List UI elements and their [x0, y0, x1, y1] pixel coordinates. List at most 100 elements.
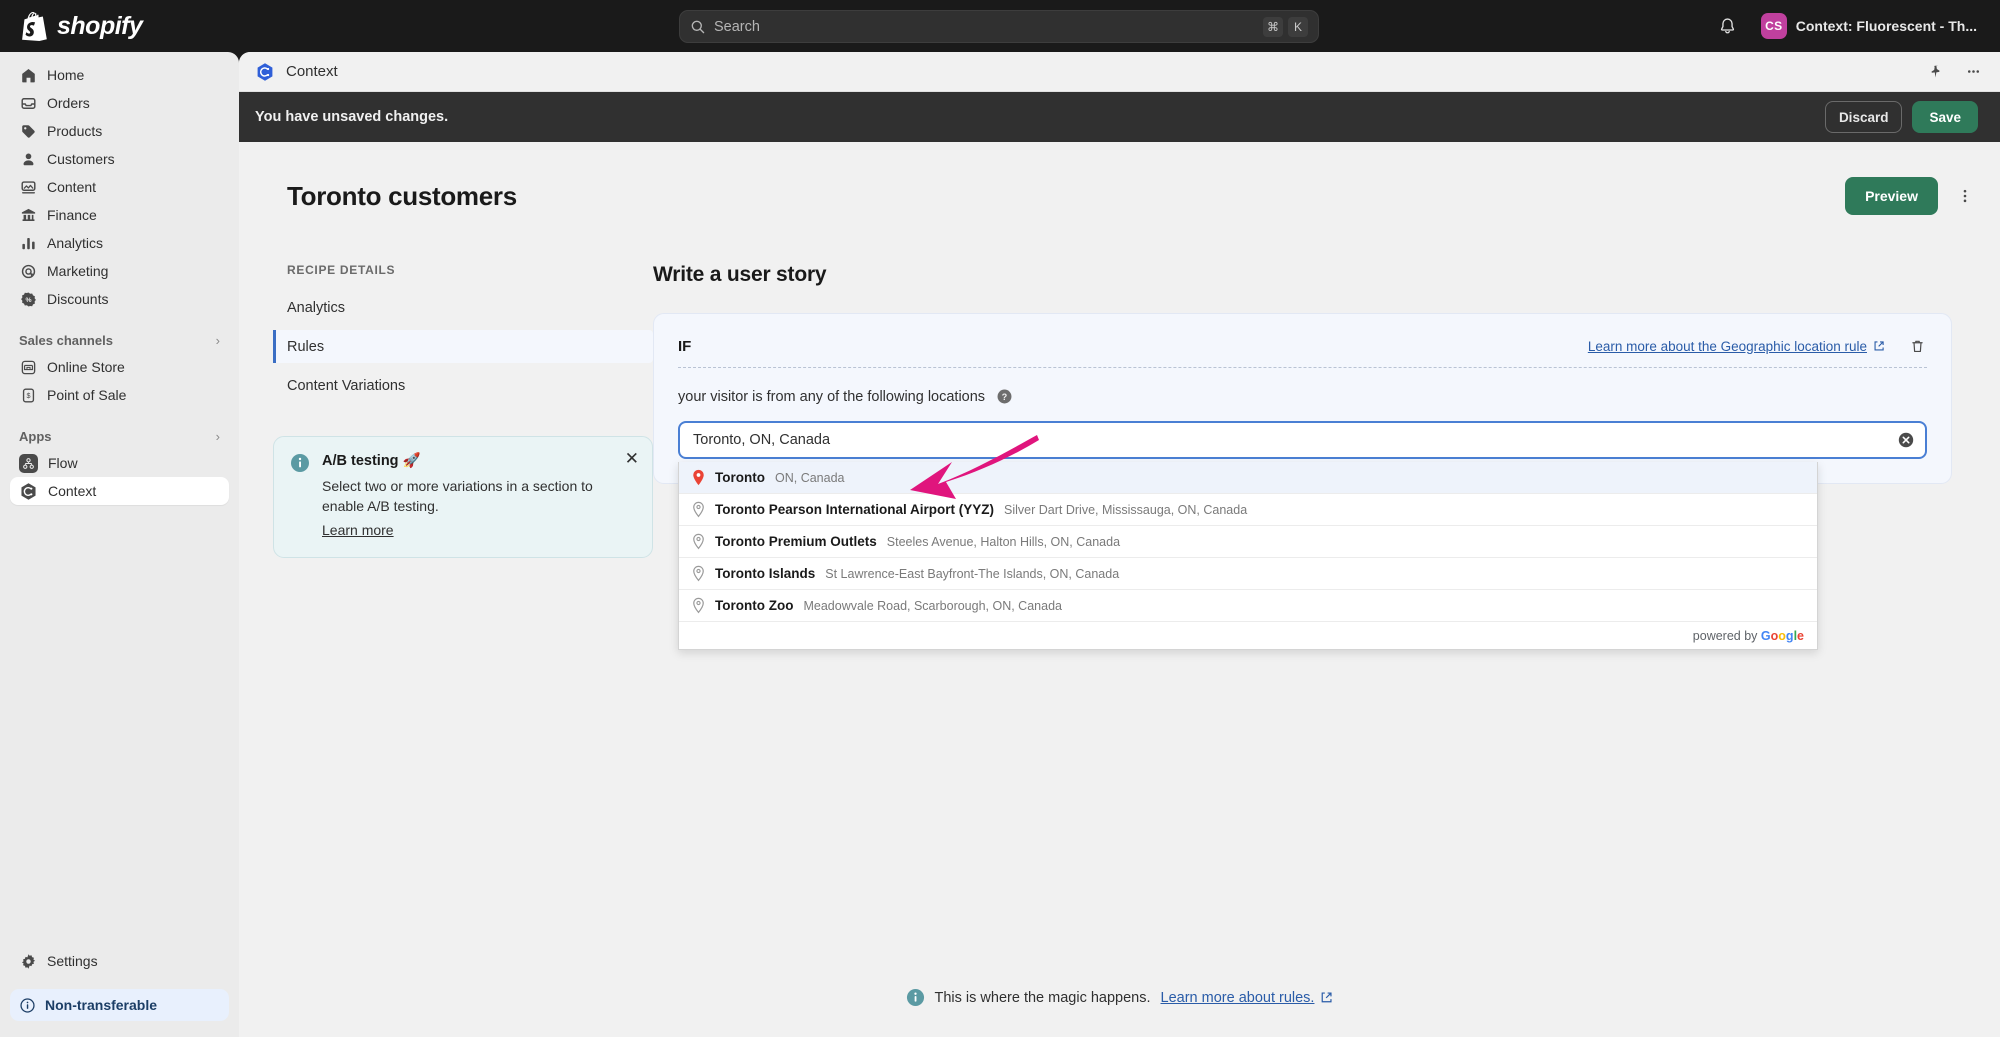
unsaved-message: You have unsaved changes. — [255, 109, 1825, 125]
non-transferable-badge[interactable]: Non-transferable — [10, 989, 229, 1021]
autocomplete-suggestion[interactable]: Toronto ON, Canada — [679, 462, 1817, 494]
sidebar-item-label: Discounts — [47, 291, 108, 307]
account-name: Context: Fluorescent - Th... — [1796, 18, 1977, 34]
sidebar-item-context[interactable]: Context — [10, 477, 229, 505]
ab-testing-learn-more-link[interactable]: Learn more — [322, 522, 394, 538]
sidebar-item-label: Marketing — [47, 263, 108, 279]
geographic-location-rule-card: IF Learn more about the Geographic locat… — [653, 313, 1952, 484]
map-pin-icon — [692, 565, 705, 582]
svg-text:$: $ — [26, 391, 30, 400]
geographic-location-rule-learn-more-link[interactable]: Learn more about the Geographic location… — [1588, 339, 1885, 354]
pin-icon[interactable] — [1924, 61, 1946, 83]
sidebar-item-online-store[interactable]: Online Store — [10, 353, 229, 381]
sidebar-item-label: Online Store — [47, 359, 125, 375]
autocomplete-suggestion[interactable]: Toronto Zoo Meadowvale Road, Scarborough… — [679, 590, 1817, 622]
sidebar-item-point-of-sale[interactable]: $ Point of Sale — [10, 381, 229, 409]
map-pin-icon — [692, 501, 705, 518]
preview-button[interactable]: Preview — [1845, 177, 1938, 215]
link-text: Learn more about the Geographic location… — [1588, 339, 1867, 354]
store-icon — [19, 358, 37, 376]
sidebar-item-label: Point of Sale — [47, 387, 126, 403]
sidebar-item-label: Analytics — [47, 235, 103, 251]
location-search-input[interactable] — [678, 421, 1927, 459]
shopify-wordmark: shopify — [57, 12, 142, 41]
bell-icon — [1718, 17, 1737, 36]
ab-testing-card: A/B testing 🚀 Select two or more variati… — [273, 436, 653, 558]
rule-divider — [678, 367, 1927, 368]
external-link-icon — [1873, 340, 1885, 352]
suggestion-sub: ON, Canada — [775, 471, 844, 485]
user-story-panel: Write a user story IF Learn more about t… — [653, 263, 2000, 558]
sidebar-item-home[interactable]: Home — [10, 61, 229, 89]
info-circle-icon — [906, 988, 925, 1007]
rule-if-label: IF — [678, 338, 1588, 355]
context-icon — [19, 482, 38, 501]
tag-icon — [19, 122, 37, 140]
global-search-bar[interactable]: Search ⌘ K — [679, 10, 1319, 43]
sidebar-section-label: Apps — [19, 429, 52, 444]
flow-icon — [19, 454, 38, 473]
info-circle-icon — [19, 997, 36, 1014]
sidebar-item-customers[interactable]: Customers — [10, 145, 229, 173]
powered-by-google: powered by Google — [679, 622, 1817, 649]
ab-testing-description: Select two or more variations in a secti… — [322, 476, 622, 517]
discard-button[interactable]: Discard — [1825, 101, 1903, 133]
sidebar-item-products[interactable]: Products — [10, 117, 229, 145]
notifications-button[interactable] — [1713, 11, 1743, 41]
sidebar-item-finance[interactable]: Finance — [10, 201, 229, 229]
clear-circle-icon[interactable] — [1897, 431, 1915, 449]
svg-text:?: ? — [1002, 392, 1007, 402]
bar-chart-icon — [19, 234, 37, 252]
orders-icon — [19, 94, 37, 112]
ellipsis-horizontal-icon[interactable] — [1962, 61, 1984, 83]
account-menu-button[interactable]: CS Context: Fluorescent - Th... — [1757, 9, 1986, 43]
recipe-details-heading: RECIPE DETAILS — [273, 263, 653, 277]
sidebar-item-marketing[interactable]: Marketing — [10, 257, 229, 285]
save-button[interactable]: Save — [1912, 101, 1978, 133]
map-pin-icon — [692, 597, 705, 614]
external-link-icon — [1320, 991, 1333, 1004]
delete-rule-button[interactable] — [1907, 336, 1927, 356]
autocomplete-suggestion[interactable]: Toronto Pearson International Airport (Y… — [679, 494, 1817, 526]
sidebar-section-label: Sales channels — [19, 333, 113, 348]
info-circle-icon — [290, 453, 310, 473]
chevron-right-icon: › — [216, 333, 220, 348]
suggestion-main: Toronto Zoo — [715, 598, 793, 613]
sidebar-item-label: Finance — [47, 207, 97, 223]
recipe-tab-rules[interactable]: Rules — [273, 330, 653, 363]
page-more-menu-button[interactable] — [1952, 183, 1978, 209]
location-autocomplete-dropdown: Toronto ON, Canada Toronto Pearson Inter… — [678, 462, 1818, 650]
sidebar-item-discounts[interactable]: % Discounts — [10, 285, 229, 313]
sidebar-item-content[interactable]: Content — [10, 173, 229, 201]
recipe-tab-analytics[interactable]: Analytics — [273, 291, 653, 324]
search-icon — [690, 19, 706, 35]
gear-icon — [19, 952, 37, 970]
app-frame: Context You have unsaved changes. Discar… — [239, 52, 2000, 1037]
suggestion-sub: Meadowvale Road, Scarborough, ON, Canada — [803, 599, 1061, 613]
discount-icon: % — [19, 290, 37, 308]
recipe-tab-content-variations[interactable]: Content Variations — [273, 369, 653, 402]
question-circle-icon[interactable]: ? — [996, 388, 1013, 405]
sidebar-item-label: Home — [47, 67, 84, 83]
ellipsis-vertical-icon — [1956, 187, 1974, 205]
sidebar-section-sales-channels[interactable]: Sales channels › — [10, 327, 229, 353]
section-title: Write a user story — [653, 263, 1952, 287]
suggestion-sub: Silver Dart Drive, Mississauga, ON, Cana… — [1004, 503, 1247, 517]
suggestion-main: Toronto Premium Outlets — [715, 534, 877, 549]
person-icon — [19, 150, 37, 168]
autocomplete-suggestion[interactable]: Toronto Islands St Lawrence-East Bayfron… — [679, 558, 1817, 590]
map-pin-icon — [692, 533, 705, 550]
sidebar-item-settings[interactable]: Settings — [10, 947, 229, 975]
search-placeholder: Search — [714, 19, 1263, 35]
sidebar-item-label: Context — [48, 483, 96, 499]
shopify-logo[interactable]: shopify — [22, 12, 142, 41]
sidebar-item-label: Flow — [48, 455, 78, 471]
sidebar-item-flow[interactable]: Flow — [10, 449, 229, 477]
sidebar-item-orders[interactable]: Orders — [10, 89, 229, 117]
suggestion-main: Toronto Pearson International Airport (Y… — [715, 502, 994, 517]
rules-learn-more-link[interactable]: Learn more about rules. — [1161, 990, 1315, 1006]
close-icon[interactable]: ✕ — [625, 450, 639, 467]
sidebar-section-apps[interactable]: Apps › — [10, 423, 229, 449]
autocomplete-suggestion[interactable]: Toronto Premium Outlets Steeles Avenue, … — [679, 526, 1817, 558]
sidebar-item-analytics[interactable]: Analytics — [10, 229, 229, 257]
